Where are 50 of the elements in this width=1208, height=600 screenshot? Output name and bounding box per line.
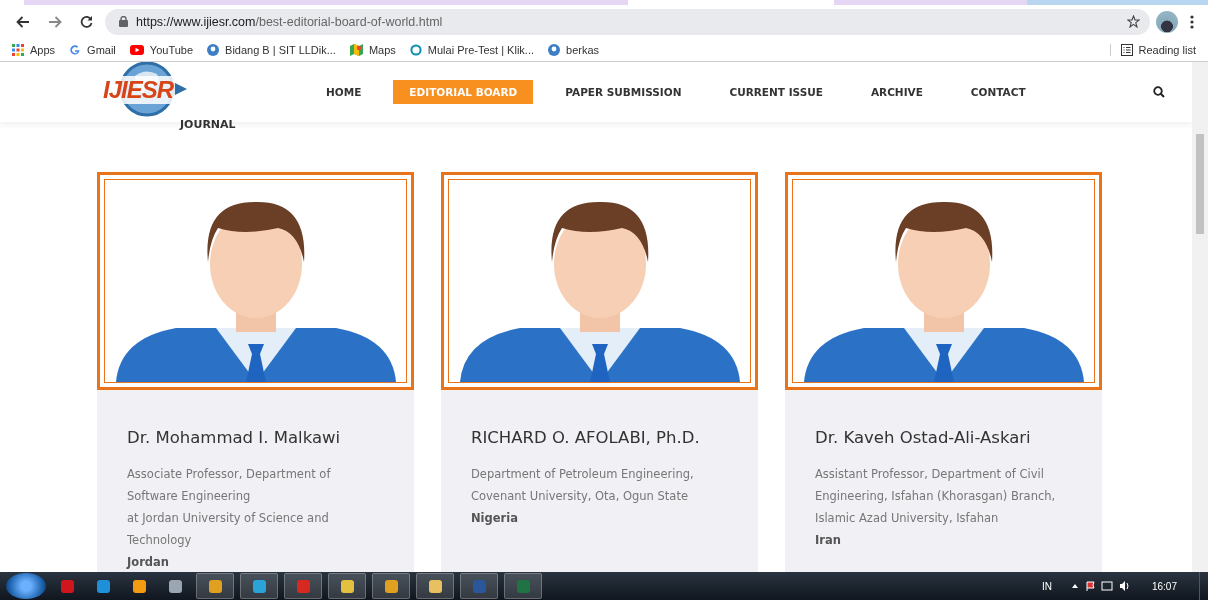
scrollbar[interactable]	[1192, 62, 1208, 572]
bookmark-link[interactable]: Maps	[349, 43, 396, 56]
member-country: Iran	[815, 532, 842, 549]
reading-list-button[interactable]: Reading list	[1109, 43, 1196, 56]
star-icon[interactable]	[1127, 15, 1140, 28]
nav-link[interactable]: CONTACT	[954, 80, 1042, 104]
member-name: RICHARD O. AFOLABI, Ph.D.	[471, 428, 701, 447]
taskbar-app-icon[interactable]	[328, 573, 366, 599]
ring-icon	[409, 43, 422, 56]
g-letter-icon	[69, 43, 82, 56]
taskbar-app-icon[interactable]	[196, 573, 234, 599]
bookmark-link[interactable]: YouTube	[129, 43, 194, 56]
menu-icon[interactable]	[1190, 14, 1194, 29]
start-button[interactable]	[6, 573, 46, 599]
site-icon	[548, 43, 560, 56]
nav-link[interactable]: ARCHIVE	[854, 80, 939, 104]
member-country: Jordan	[127, 554, 171, 571]
taskbar-app-icon[interactable]	[416, 573, 454, 599]
profile-avatar[interactable]	[1156, 10, 1178, 33]
taskbar-app-icon[interactable]	[372, 573, 410, 599]
clock[interactable]: 16:07	[1151, 580, 1177, 592]
nav-link[interactable]: HOME	[310, 80, 378, 104]
nav-link[interactable]: CURRENT ISSUE	[713, 80, 839, 104]
play-icon	[129, 44, 144, 55]
search-icon[interactable]	[1152, 86, 1165, 98]
bookmark-link[interactable]: Bidang B | SIT LLDik...	[207, 43, 336, 56]
reload-icon[interactable]	[80, 15, 93, 28]
back-arrow-icon[interactable]	[16, 15, 30, 28]
system-tray-icons[interactable]	[1071, 580, 1132, 592]
member-country: Nigeria	[471, 510, 519, 527]
member-name: Dr. Kaveh Ostad-Ali-Askari	[815, 428, 1032, 447]
bookmark-link[interactable]: berkas	[548, 43, 600, 56]
address-bar[interactable]: https://www.ijiesr.com/best-editorial-board-of-world.html	[105, 8, 1150, 35]
member-description: at Jordan University of Science and Technology	[127, 510, 330, 549]
bookmark-link[interactable]: Gmail	[69, 43, 116, 56]
lock-icon	[119, 16, 128, 27]
bookmark-link[interactable]: Apps	[12, 43, 56, 56]
language-indicator[interactable]: IN	[1041, 580, 1052, 592]
taskbar-app-icon[interactable]	[240, 573, 278, 599]
member-name: Dr. Mohammad I. Malkawi	[127, 428, 342, 447]
map-icon	[349, 43, 363, 56]
list-icon	[1120, 43, 1133, 56]
nav-link[interactable]: PAPER SUBMISSION	[549, 80, 698, 104]
site-icon	[207, 43, 220, 56]
logo-tagline: JOURNAL	[180, 118, 236, 131]
forward-arrow-icon[interactable]	[48, 15, 62, 28]
member-description: Department of Petroleum Engineering, Covenant University, Ota, Ogun State	[471, 466, 695, 505]
bookmark-link[interactable]: Mulai Pre-Test | Klik...	[409, 43, 534, 56]
grid-icon	[12, 43, 24, 56]
member-description: Assistant Professor, Department of Civil Engineering, Isfahan (Khorasgan) Branch, Islamic Azad University, Isfahan	[815, 466, 1057, 527]
